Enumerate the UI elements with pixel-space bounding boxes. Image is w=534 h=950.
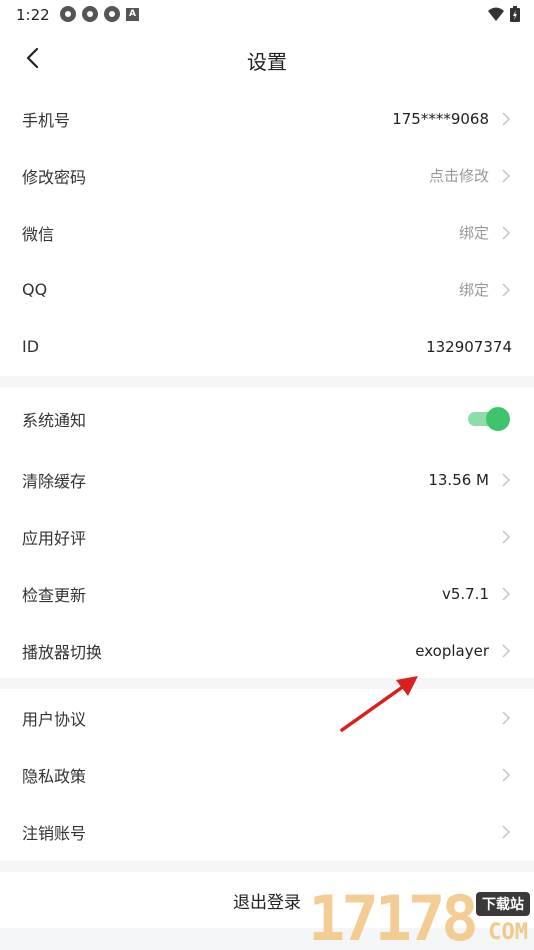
settings-row-rate-app[interactable]: 应用好评 [0,508,534,565]
row-label: 系统通知 [22,411,87,430]
chevron-right-icon [502,168,511,183]
row-label: 手机号 [22,110,71,130]
legal-settings-group: 用户协议 隐私政策 注销账号 [0,689,534,861]
red-arrow-annotation [340,676,418,732]
settings-row-wechat[interactable]: 微信 绑定 [0,204,534,261]
settings-row-check-update[interactable]: 检查更新 v5.7.1 [0,565,534,622]
settings-row-clear-cache[interactable]: 清除缓存 13.56 M [0,451,534,508]
row-value: v5.7.1 [441,584,489,603]
app-notification-icon [104,6,120,22]
account-settings-group: 手机号 175****9068 修改密码 点击修改 微信 绑定 QQ 绑定 ID… [0,90,534,376]
watermark-badge: 下载站 [476,892,530,916]
row-label: QQ [22,280,48,299]
status-bar: 1:22 A [0,0,534,28]
row-label: 用户协议 [22,709,87,729]
row-label: 检查更新 [22,585,87,605]
row-label: 隐私政策 [22,766,87,786]
system-icons [488,6,520,22]
row-label: 微信 [22,224,55,244]
app-notification-icon [82,6,98,22]
a-icon: A [126,8,139,21]
settings-row-user-agreement[interactable]: 用户协议 [0,689,534,746]
row-value: 132907374 [426,337,512,356]
row-value: 点击修改 [428,167,489,185]
row-value: exoplayer [415,641,489,660]
header: 设置 [0,28,534,90]
status-time: 1:22 [16,6,50,24]
battery-icon [510,6,520,22]
row-label: 清除缓存 [22,471,87,491]
settings-row-password[interactable]: 修改密码 点击修改 [0,147,534,204]
chevron-right-icon [502,472,511,487]
row-label: ID [22,337,40,356]
settings-row-player-switch[interactable]: 播放器切换 exoplayer [0,622,534,679]
logout-label: 退出登录 [233,892,301,913]
row-value: 绑定 [458,281,489,299]
row-value: 175****9068 [392,109,489,128]
page-title: 设置 [247,50,287,74]
toggle-knob [486,407,510,431]
app-notification-icon [60,6,76,22]
row-label: 修改密码 [22,167,87,187]
row-label: 播放器切换 [22,642,103,662]
app-settings-group: 系统通知 清除缓存 13.56 M 应用好评 检查更新 v5.7.1 播放器切换… [0,387,534,678]
settings-row-delete-account[interactable]: 注销账号 [0,803,534,860]
notification-icons: A [60,6,139,22]
settings-row-id: ID 132907374 [0,318,534,375]
settings-row-privacy-policy[interactable]: 隐私政策 [0,746,534,803]
chevron-right-icon [502,529,511,544]
chevron-right-icon [502,111,511,126]
notification-toggle[interactable] [468,407,510,431]
watermark-number: 17178 [308,882,479,950]
settings-row-notifications: 系统通知 [0,387,534,451]
watermark-suffix: COM [488,920,528,945]
watermark-logo: 17178 下载站 COM [308,880,534,950]
wifi-icon [488,7,504,21]
chevron-right-icon [502,824,511,839]
settings-row-phone[interactable]: 手机号 175****9068 [0,90,534,147]
chevron-right-icon [502,225,511,240]
chevron-right-icon [502,282,511,297]
chevron-right-icon [502,710,511,725]
chevron-right-icon [502,586,511,601]
chevron-right-icon [502,643,511,658]
row-value: 绑定 [458,224,489,242]
row-label: 应用好评 [22,528,87,548]
chevron-right-icon [502,767,511,782]
settings-row-qq[interactable]: QQ 绑定 [0,261,534,318]
row-label: 注销账号 [22,823,87,843]
row-value: 13.56 M [428,470,489,489]
